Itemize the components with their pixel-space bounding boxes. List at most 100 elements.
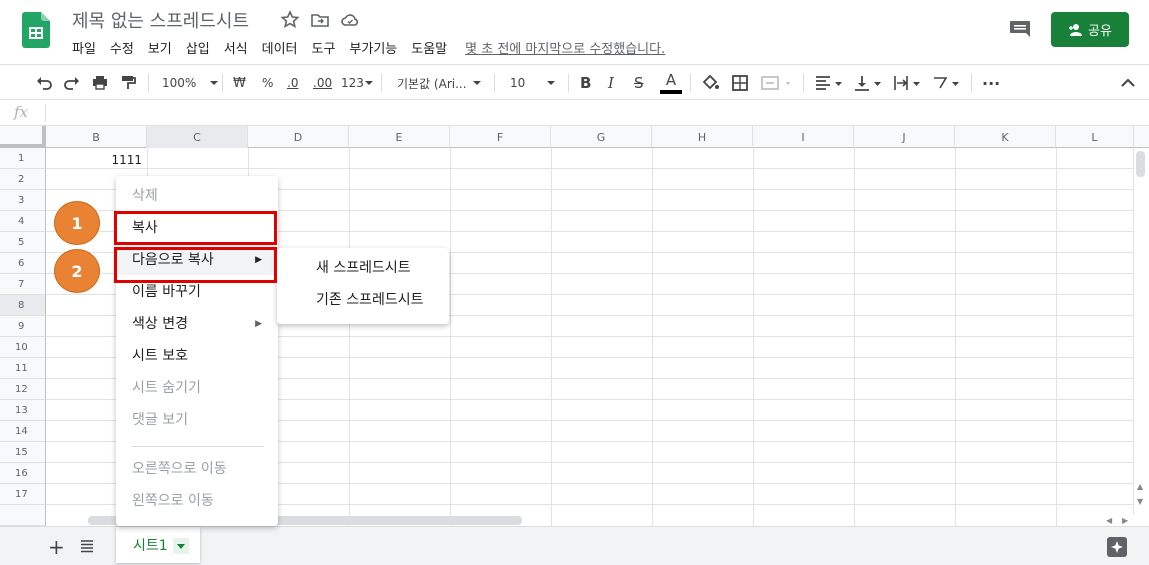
menu-data[interactable]: 데이터 <box>262 38 298 58</box>
row-header-8[interactable]: 8 <box>0 295 46 316</box>
scroll-right-arrow-icon[interactable]: ▶ <box>1122 516 1128 525</box>
row-header-11[interactable]: 11 <box>0 358 46 379</box>
cloud-icon[interactable] <box>340 10 360 30</box>
column-header-h[interactable]: H <box>652 126 753 148</box>
row-header-18[interactable] <box>0 505 46 526</box>
menu-tools[interactable]: 도구 <box>312 38 336 58</box>
vertical-scroll-thumb[interactable] <box>1136 151 1145 177</box>
column-header-i[interactable]: I <box>753 126 854 148</box>
scroll-up-arrow-icon[interactable]: ▲ <box>1137 482 1143 491</box>
submenu-item-existing-spreadsheet[interactable]: 기존 스프레드시트 <box>277 284 449 316</box>
menu-divider <box>132 446 264 447</box>
text-rotation-icon[interactable] <box>931 65 963 101</box>
sheet-tab-1[interactable]: 시트1 <box>116 527 200 563</box>
column-header-k[interactable]: K <box>955 126 1056 148</box>
vertical-align-icon[interactable] <box>853 65 885 101</box>
borders-icon[interactable] <box>730 65 750 101</box>
collapse-toolbar-icon[interactable] <box>1118 65 1138 101</box>
menu-edit[interactable]: 수정 <box>110 38 134 58</box>
column-header-e[interactable]: E <box>349 126 450 148</box>
cell-b1[interactable]: 1111 <box>46 150 146 170</box>
row-header-17[interactable]: 17 <box>0 484 46 505</box>
comment-icon[interactable] <box>1006 17 1034 43</box>
column-headers: B C D E F G H I J K L <box>0 126 1149 148</box>
italic-icon[interactable]: I <box>608 65 614 101</box>
menu-file[interactable]: 파일 <box>72 38 96 58</box>
row-header-10[interactable]: 10 <box>0 337 46 358</box>
scroll-down-arrow-icon[interactable]: ▼ <box>1137 497 1143 506</box>
scroll-left-arrow-icon[interactable]: ◀ <box>1106 516 1112 525</box>
formula-bar[interactable]: fx <box>0 100 1149 126</box>
more-options-icon[interactable]: ··· <box>982 65 1000 101</box>
font-size-value: 10 <box>510 76 526 90</box>
row-header-15[interactable]: 15 <box>0 442 46 463</box>
column-header-g[interactable]: G <box>551 126 652 148</box>
menu-view[interactable]: 보기 <box>148 38 172 58</box>
row-header-12[interactable]: 12 <box>0 379 46 400</box>
row-header-5[interactable]: 5 <box>0 232 46 253</box>
sheet-tab-menu-icon[interactable] <box>173 538 189 554</box>
currency-format-button[interactable]: ₩ <box>233 65 246 101</box>
column-header-l[interactable]: L <box>1056 126 1134 148</box>
row-header-1[interactable]: 1 <box>0 148 46 169</box>
column-header-j[interactable]: J <box>854 126 955 148</box>
menu-help[interactable]: 도움말 <box>411 38 447 58</box>
menu-item-change-color[interactable]: 색상 변경 ▶ <box>116 309 278 339</box>
document-title[interactable]: 제목 없는 스프레드시트 <box>72 7 249 33</box>
fill-color-icon[interactable] <box>700 65 720 101</box>
bold-icon[interactable]: B <box>580 65 591 101</box>
menu-item-delete[interactable]: 삭제 <box>116 181 278 211</box>
row-header-16[interactable]: 16 <box>0 463 46 484</box>
menu-item-hide-sheet[interactable]: 시트 숨기기 <box>116 373 278 403</box>
menu-item-protect-sheet[interactable]: 시트 보호 <box>116 341 278 371</box>
paint-format-icon[interactable] <box>118 65 138 101</box>
share-label: 공유 <box>1088 24 1112 39</box>
undo-icon[interactable] <box>34 65 54 101</box>
redo-icon[interactable] <box>62 65 82 101</box>
column-header-f[interactable]: F <box>450 126 551 148</box>
explore-icon[interactable] <box>1107 537 1127 557</box>
row-header-4[interactable]: 4 <box>0 211 46 232</box>
row-header-3[interactable]: 3 <box>0 190 46 211</box>
highlight-box-copy-to <box>114 247 277 283</box>
vertical-scrollbar[interactable] <box>1133 148 1149 514</box>
submenu-item-new-spreadsheet[interactable]: 새 스프레드시트 <box>277 252 449 284</box>
menu-item-view-comments[interactable]: 댓글 보기 <box>116 405 278 435</box>
row-header-13[interactable]: 13 <box>0 400 46 421</box>
text-wrap-icon[interactable] <box>892 65 924 101</box>
row-header-2[interactable]: 2 <box>0 169 46 190</box>
row-header-9[interactable]: 9 <box>0 316 46 337</box>
all-sheets-list-icon[interactable] <box>80 539 94 553</box>
star-icon[interactable] <box>280 10 300 30</box>
font-size-select[interactable]: 10 <box>510 65 560 101</box>
text-color-icon[interactable]: A <box>660 65 682 101</box>
column-header-b[interactable]: B <box>46 126 147 148</box>
share-button[interactable]: 공유 <box>1051 12 1129 47</box>
row-header-7[interactable]: 7 <box>0 274 46 295</box>
last-edit-link[interactable]: 몇 초 전에 마지막으로 수정했습니다. <box>465 38 665 58</box>
select-all-corner[interactable] <box>0 126 46 148</box>
strikethrough-icon[interactable]: S <box>634 65 644 101</box>
move-folder-icon[interactable] <box>310 10 330 30</box>
row-header-14[interactable]: 14 <box>0 421 46 442</box>
merge-cells-icon[interactable] <box>760 65 794 101</box>
column-header-d[interactable]: D <box>248 126 349 148</box>
menu-item-move-left[interactable]: 왼쪽으로 이동 <box>116 486 278 516</box>
decrease-decimal-button[interactable]: .0 <box>287 65 298 101</box>
font-family-select[interactable]: 기본값 (Ari... <box>397 65 485 101</box>
percent-format-button[interactable]: % <box>262 65 273 101</box>
more-formats-select[interactable]: 123 <box>341 65 373 101</box>
print-icon[interactable] <box>90 65 110 101</box>
menu-item-move-right[interactable]: 오른쪽으로 이동 <box>116 454 278 484</box>
menu-insert[interactable]: 삽입 <box>186 38 210 58</box>
increase-decimal-button[interactable]: .00 <box>313 65 332 101</box>
menu-format[interactable]: 서식 <box>224 38 248 58</box>
sheets-logo-icon[interactable] <box>22 12 50 48</box>
add-sheet-button[interactable]: + <box>48 535 65 559</box>
zoom-select[interactable]: 100% <box>162 65 219 101</box>
menu-addons[interactable]: 부가기능 <box>349 38 397 58</box>
row-header-6[interactable]: 6 <box>0 253 46 274</box>
column-header-c[interactable]: C <box>147 126 248 148</box>
font-family-value: 기본값 (Ari... <box>397 76 467 91</box>
align-left-icon[interactable] <box>814 65 846 101</box>
